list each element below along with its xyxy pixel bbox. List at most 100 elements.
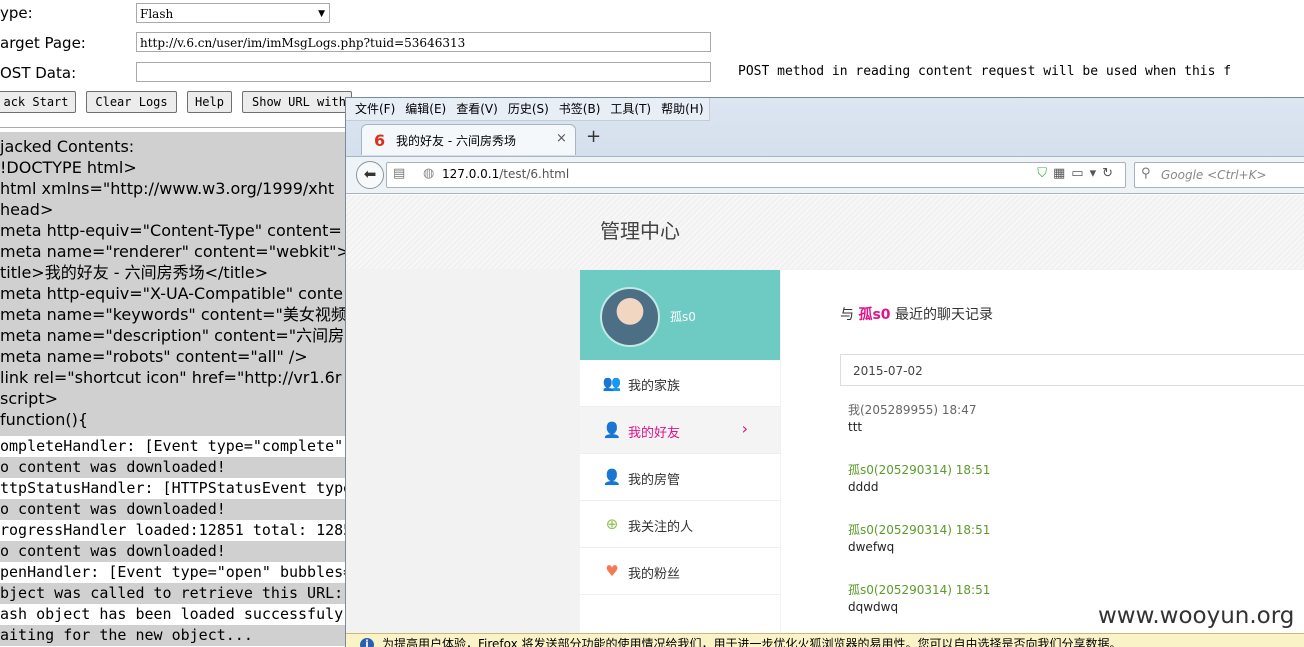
- watermark: www.wooyun.org: [1098, 603, 1294, 629]
- show-url-button[interactable]: Show URL with: [242, 91, 352, 113]
- log-line: o content was downloaded!: [0, 541, 226, 562]
- sidebar-item-following[interactable]: ⊕ 我关注的人: [580, 501, 780, 548]
- log-line: link rel="shortcut icon" href="http://vr…: [0, 367, 341, 388]
- browser-tab[interactable]: 6 我的好友 - 六间房秀场 ×: [361, 124, 576, 155]
- type-select-value: Flash: [140, 7, 173, 21]
- qr-code-icon[interactable]: ▦: [1053, 166, 1071, 181]
- log-panel: jacked Contents: !DOCTYPE html> html xml…: [0, 132, 346, 646]
- sidebar-item-family[interactable]: 👥 我的家族: [580, 360, 780, 407]
- url-path: /test/6.html: [499, 167, 569, 181]
- log-line: jacked Contents:: [0, 136, 134, 157]
- back-button[interactable]: ⬅: [356, 161, 384, 189]
- log-line: meta name="robots" content="all" />: [0, 346, 308, 367]
- sidebar-item-label: 我关注的人: [628, 516, 693, 535]
- log-line: o content was downloaded!: [0, 499, 226, 520]
- new-tab-button[interactable]: +: [586, 126, 601, 147]
- username[interactable]: 孤s0: [670, 308, 696, 325]
- page-content: 管理中心 孤s0 👥 我的家族 👤 我的好友 › 👤 我的房管 ⊕: [346, 195, 1304, 647]
- sidebar-item-fans[interactable]: ♥ 我的粉丝: [580, 548, 780, 595]
- search-placeholder: Google <Ctrl+K>: [1161, 168, 1267, 182]
- menu-history[interactable]: 历史(S): [503, 98, 554, 120]
- room-manager-icon: 👤: [602, 467, 622, 487]
- log-line: title>我的好友 - 六间房秀场</title>: [0, 262, 268, 283]
- profile-card: 孤s0: [580, 270, 780, 360]
- message-header: 孤s0(205290314) 18:51: [848, 461, 990, 478]
- log-line: penHandler: [Event type="open" bubbles=f: [0, 562, 346, 583]
- sidebar-item-label: 我的粉丝: [628, 563, 680, 582]
- log-line: !DOCTYPE html>: [0, 157, 137, 178]
- browser-chrome: 文件(F)编辑(E)查看(V)历史(S)书签(B)工具(T)帮助(H) 6 我的…: [346, 98, 1304, 194]
- log-line: bject was called to retrieve this URL: h…: [0, 583, 346, 604]
- friend-icon: 👤: [602, 420, 622, 440]
- help-button[interactable]: Help: [187, 91, 232, 113]
- dropdown-icon[interactable]: ▾: [1090, 166, 1103, 181]
- log-line: ttpStatusHandler: [HTTPStatusEvent type=: [0, 478, 346, 499]
- url-host: 127.0.0.1: [442, 167, 499, 181]
- menu-view[interactable]: 查看(V): [451, 98, 503, 120]
- post-data-note: POST method in reading content request w…: [738, 64, 1231, 79]
- chat-title-prefix: 与: [840, 307, 854, 323]
- chat-title-suffix: 最近的聊天记录: [895, 307, 993, 323]
- chat-title: 与 孤s0 最近的聊天记录: [840, 304, 993, 324]
- globe-icon: ◍: [423, 166, 434, 181]
- target-page-input[interactable]: http://v.6.cn/user/im/imMsgLogs.php?tuid…: [136, 32, 711, 52]
- post-data-label: OST Data:: [0, 64, 76, 82]
- chevron-right-icon: ›: [742, 419, 748, 438]
- search-icon: ⚲: [1141, 166, 1151, 181]
- post-data-input[interactable]: [136, 62, 711, 82]
- chevron-down-icon: ▼: [318, 4, 325, 23]
- log-line: function(){: [0, 409, 88, 430]
- sidebar-item-room-managers[interactable]: 👤 我的房管: [580, 454, 780, 501]
- close-icon[interactable]: ×: [556, 131, 567, 146]
- type-label: ype:: [0, 4, 33, 22]
- message-header: 我(205289955) 18:47: [848, 401, 976, 418]
- log-line: ompleteHandler: [Event type="complete" b: [0, 436, 346, 457]
- chat-title-user[interactable]: 孤s0: [858, 307, 890, 323]
- site-favicon-icon: 6: [374, 131, 385, 150]
- menu-help[interactable]: 帮助(H): [656, 98, 708, 120]
- log-line: ash object has been loaded successfuly.: [0, 604, 346, 625]
- date-bar: 2015-07-02: [840, 354, 1304, 386]
- site-header: 管理中心: [346, 195, 1304, 269]
- avatar[interactable]: [600, 287, 660, 347]
- sidebar-item-label: 我的好友: [628, 422, 680, 441]
- log-line: head>: [0, 199, 53, 220]
- sidebar-item-label: 我的房管: [628, 469, 680, 488]
- sidebar: 孤s0 👥 我的家族 👤 我的好友 › 👤 我的房管 ⊕ 我关注的人 ♥ 我的: [580, 270, 780, 647]
- message-header: 孤s0(205290314) 18:51: [848, 521, 990, 538]
- notification-bar: i为提高用户体验，Firefox 将发送部分功能的使用情况给我们，用于进一步优化…: [346, 633, 1304, 647]
- screen-icon[interactable]: ▭: [1071, 166, 1089, 181]
- navigation-bar: ⬅ ▤ ◍ 127.0.0.1/test/6.html ⛉▦▭▾↻ ⚲ Goog…: [346, 156, 1304, 194]
- log-line: html xmlns="http://www.w3.org/1999/xht: [0, 178, 334, 199]
- log-line: meta name="description" content="六间房: [0, 325, 344, 346]
- page-title: 管理中心: [600, 215, 680, 244]
- url-bar[interactable]: ▤ ◍ 127.0.0.1/test/6.html ⛉▦▭▾↻: [386, 162, 1126, 188]
- heart-icon: ♥: [602, 561, 622, 581]
- chat-panel: 与 孤s0 最近的聊天记录 2015-07-02 我(205289955) 18…: [781, 270, 1304, 647]
- menu-file[interactable]: 文件(F): [350, 98, 400, 120]
- tab-title: 我的好友 - 六间房秀场: [396, 132, 516, 149]
- log-line: meta name="renderer" content="webkit">: [0, 241, 346, 262]
- search-input[interactable]: ⚲ Google <Ctrl+K>: [1134, 162, 1304, 188]
- type-select[interactable]: Flash ▼: [136, 3, 330, 23]
- message-header: 孤s0(205290314) 18:51: [848, 581, 990, 598]
- log-line: aiting for the new object...: [0, 625, 253, 646]
- menu-bookmarks[interactable]: 书签(B): [554, 98, 606, 120]
- log-line: rogressHandler loaded:12851 total: 12851: [0, 520, 346, 541]
- clear-logs-button[interactable]: Clear Logs: [86, 91, 177, 113]
- identity-icon: ▤: [393, 166, 405, 181]
- shield-icon[interactable]: ⛉: [1037, 166, 1053, 181]
- family-icon: 👥: [602, 373, 622, 393]
- sidebar-item-friends[interactable]: 👤 我的好友 ›: [580, 407, 780, 454]
- menu-edit[interactable]: 编辑(E): [400, 98, 451, 120]
- log-line: meta name="keywords" content="美女视频: [0, 304, 346, 325]
- menu-tools[interactable]: 工具(T): [605, 98, 656, 120]
- url-text: 127.0.0.1/test/6.html: [442, 167, 569, 181]
- hack-start-button[interactable]: ack Start: [0, 91, 76, 113]
- message-body: dwefwq: [848, 540, 894, 554]
- divider: [0, 127, 345, 128]
- message-body: dddd: [848, 480, 878, 494]
- message-body: ttt: [848, 420, 862, 434]
- log-line: o content was downloaded!: [0, 457, 226, 478]
- reload-icon[interactable]: ↻: [1102, 166, 1119, 181]
